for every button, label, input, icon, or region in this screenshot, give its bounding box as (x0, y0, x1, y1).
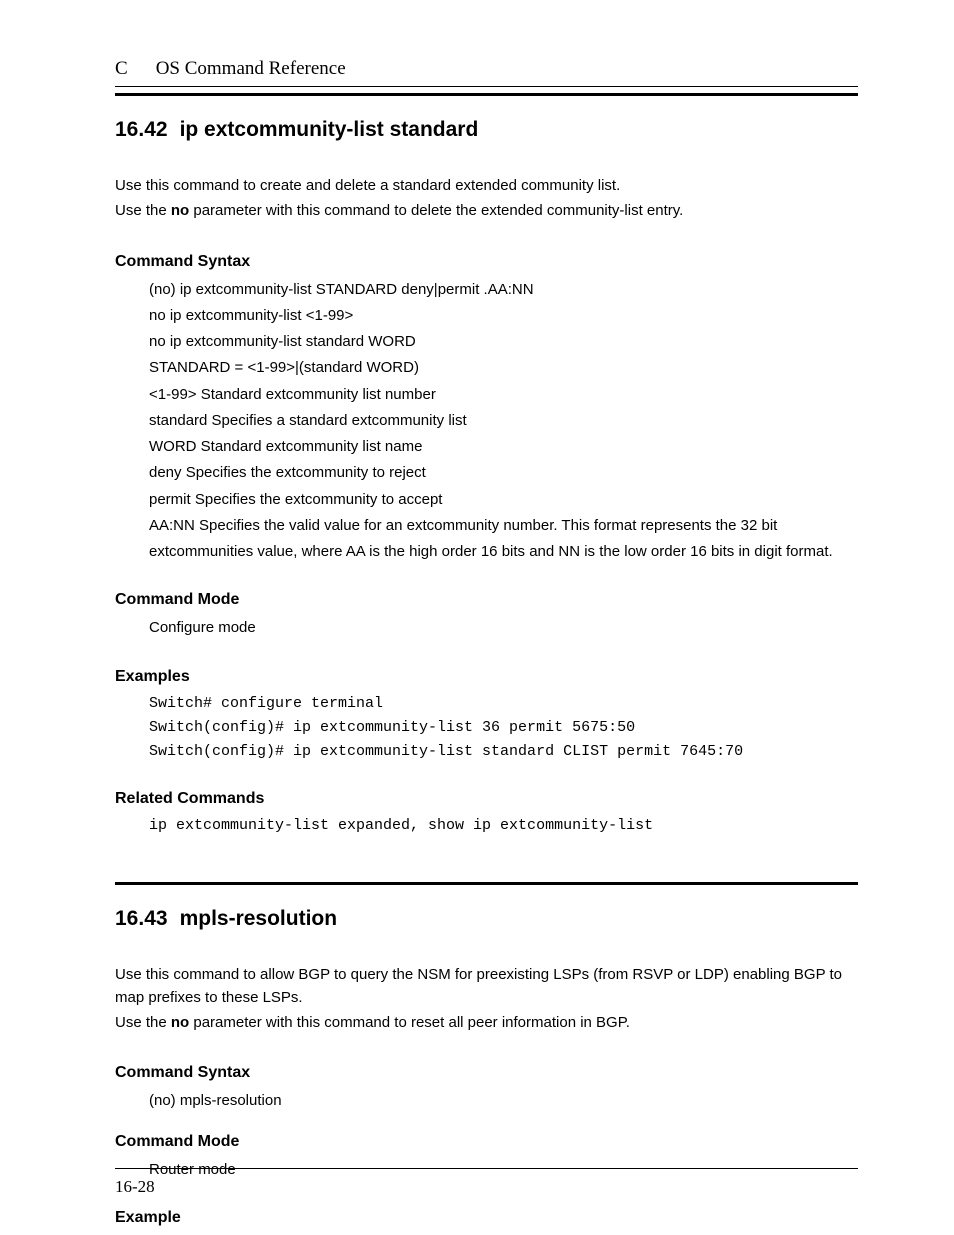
intro-paragraph: Use this command to allow BGP to query t… (115, 963, 858, 1010)
example-line: Switch# configure terminal (149, 692, 858, 716)
syntax-line: no ip extcommunity-list standard WORD (149, 329, 858, 355)
mode-text: Configure mode (149, 615, 858, 641)
text-bold-no: no (171, 202, 189, 219)
text-bold-no: no (171, 1014, 189, 1031)
subheading-related: Related Commands (115, 790, 858, 808)
subheading-syntax: Command Syntax (115, 1064, 858, 1082)
section-title: mpls-resolution (180, 907, 338, 931)
related-text: ip extcommunity-list expanded, show ip e… (149, 814, 858, 838)
syntax-line: (no) ip extcommunity-list STANDARD deny|… (149, 277, 858, 303)
syntax-line: no ip extcommunity-list <1-99> (149, 303, 858, 329)
text-post: parameter with this command to delete th… (189, 202, 683, 219)
header-rule-thin (115, 86, 858, 87)
running-header: C OS Command Reference (115, 58, 858, 80)
subheading-mode: Command Mode (115, 591, 858, 609)
section-heading-1642: 16.42 ip extcommunity-list standard (115, 118, 858, 142)
syntax-line: standard Specifies a standard extcommuni… (149, 408, 858, 434)
chapter-title: OS Command Reference (156, 58, 346, 80)
subheading-syntax: Command Syntax (115, 253, 858, 271)
syntax-text: (no) mpls-resolution (149, 1088, 858, 1114)
section-separator (115, 882, 858, 885)
section-number: 16.43 (115, 907, 168, 931)
syntax-line: deny Specifies the extcommunity to rejec… (149, 460, 858, 486)
syntax-line: <1-99> Standard extcommunity list number (149, 382, 858, 408)
text-pre: Use the (115, 1014, 171, 1031)
section-number: 16.42 (115, 118, 168, 142)
section-heading-1643: 16.43 mpls-resolution (115, 907, 858, 931)
intro-paragraph-no: Use the no parameter with this command t… (115, 199, 858, 222)
syntax-line: STANDARD = <1-99>|(standard WORD) (149, 355, 858, 381)
intro-paragraph: Use this command to create and delete a … (115, 174, 858, 197)
subheading-mode: Command Mode (115, 1133, 858, 1151)
text-post: parameter with this command to reset all… (189, 1014, 630, 1031)
subheading-example: Example (115, 1209, 858, 1227)
intro-paragraph-no: Use the no parameter with this command t… (115, 1011, 858, 1034)
syntax-line: AA:NN Specifies the valid value for an e… (149, 513, 858, 566)
subheading-examples: Examples (115, 668, 858, 686)
page-number: 16-28 (115, 1177, 858, 1197)
syntax-line: WORD Standard extcommunity list name (149, 434, 858, 460)
syntax-line: permit Specifies the extcommunity to acc… (149, 487, 858, 513)
footer-rule (115, 1168, 858, 1169)
example-line: Switch(config)# ip extcommunity-list sta… (149, 740, 858, 764)
syntax-block: (no) ip extcommunity-list STANDARD deny|… (149, 277, 858, 566)
section-title: ip extcommunity-list standard (180, 118, 479, 142)
text-pre: Use the (115, 202, 171, 219)
page-footer: 16-28 (115, 1168, 858, 1197)
chapter-letter: C (115, 58, 128, 80)
header-rule-thick (115, 93, 858, 96)
example-line: Switch(config)# ip extcommunity-list 36 … (149, 716, 858, 740)
